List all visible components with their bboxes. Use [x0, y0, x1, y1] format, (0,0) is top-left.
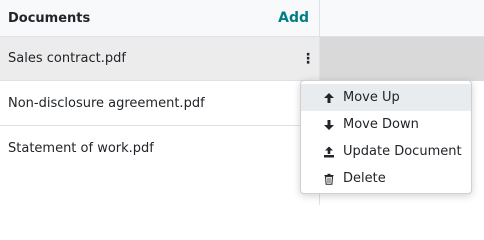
upload-icon [323, 146, 339, 158]
menu-item-update-document[interactable]: Update Document [301, 138, 471, 165]
menu-item-delete[interactable]: Delete [301, 165, 471, 192]
menu-item-label: Delete [343, 171, 386, 186]
table-row[interactable]: Statement of work.pdf [0, 126, 319, 171]
table-header: Documents Add [0, 0, 319, 37]
kebab-menu-icon[interactable]: ⋮ [301, 51, 315, 67]
side-hover-cell [319, 37, 484, 81]
arrow-up-icon [323, 92, 339, 104]
arrow-down-icon [323, 119, 339, 131]
documents-table: Documents Add Sales contract.pdf ⋮ Non-d… [0, 0, 319, 205]
menu-item-label: Move Down [343, 117, 419, 132]
menu-item-move-up[interactable]: Move Up [301, 84, 471, 111]
trash-icon [323, 173, 339, 185]
menu-item-label: Update Document [343, 144, 462, 159]
document-name: Sales contract.pdf [8, 51, 126, 66]
table-row[interactable]: Sales contract.pdf ⋮ [0, 37, 319, 81]
table-row[interactable]: Non-disclosure agreement.pdf [0, 81, 319, 126]
column-title: Documents [8, 10, 91, 26]
side-header [319, 0, 484, 37]
context-menu: Move Up Move Down Update Document Delete [300, 80, 472, 194]
document-name: Statement of work.pdf [8, 141, 154, 156]
document-name: Non-disclosure agreement.pdf [8, 95, 205, 111]
menu-item-label: Move Up [343, 90, 400, 105]
menu-item-move-down[interactable]: Move Down [301, 111, 471, 138]
add-button[interactable]: Add [278, 10, 309, 26]
